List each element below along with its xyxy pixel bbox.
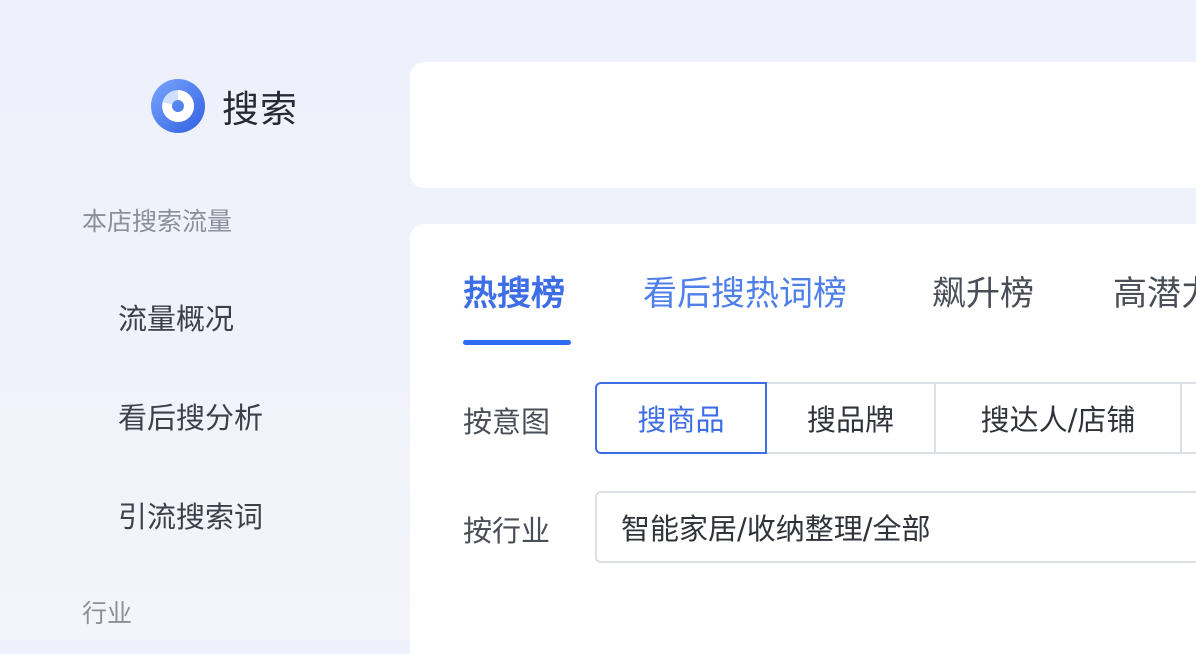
intent-option-products[interactable]: 搜商品 <box>595 382 767 454</box>
sidebar: 搜索 本店搜索流量 流量概况 看后搜分析 引流搜索词 行业 <box>0 0 410 640</box>
industry-select-value: 智能家居/收纳整理/全部 <box>621 512 931 546</box>
tab-high-potential[interactable]: 高潜力 <box>1113 266 1196 315</box>
active-tab-indicator <box>463 340 571 345</box>
section-title-industry: 行业 <box>82 599 133 628</box>
tab-hot-search[interactable]: 热搜榜 <box>463 266 565 315</box>
sidebar-item-traffic-search-terms[interactable]: 引流搜索词 <box>118 494 263 536</box>
search-logo-icon <box>151 79 205 133</box>
industry-select[interactable]: 智能家居/收纳整理/全部 <box>595 491 1196 563</box>
brand[interactable]: 搜索 <box>150 78 298 134</box>
intent-option-creators-shops[interactable]: 搜达人/店铺 <box>934 382 1182 454</box>
sidebar-item-traffic-overview[interactable]: 流量概况 <box>118 296 234 338</box>
industry-filter-label: 按行业 <box>463 514 551 548</box>
brand-title: 搜索 <box>222 88 298 131</box>
tab-rising[interactable]: 飙升榜 <box>932 266 1034 315</box>
tab-after-view-hot-words[interactable]: 看后搜热词榜 <box>643 266 847 315</box>
intent-option-more[interactable] <box>1180 382 1196 454</box>
sidebar-item-after-view-search[interactable]: 看后搜分析 <box>118 395 263 437</box>
top-panel <box>410 62 1196 188</box>
intent-option-brands[interactable]: 搜品牌 <box>765 382 936 454</box>
intent-filter-label: 按意图 <box>463 405 551 439</box>
main-panel: 热搜榜 看后搜热词榜 飙升榜 高潜力 按意图 搜商品 搜品牌 搜达人/店铺 按行… <box>410 224 1196 654</box>
section-title-shop-search: 本店搜索流量 <box>82 207 233 236</box>
